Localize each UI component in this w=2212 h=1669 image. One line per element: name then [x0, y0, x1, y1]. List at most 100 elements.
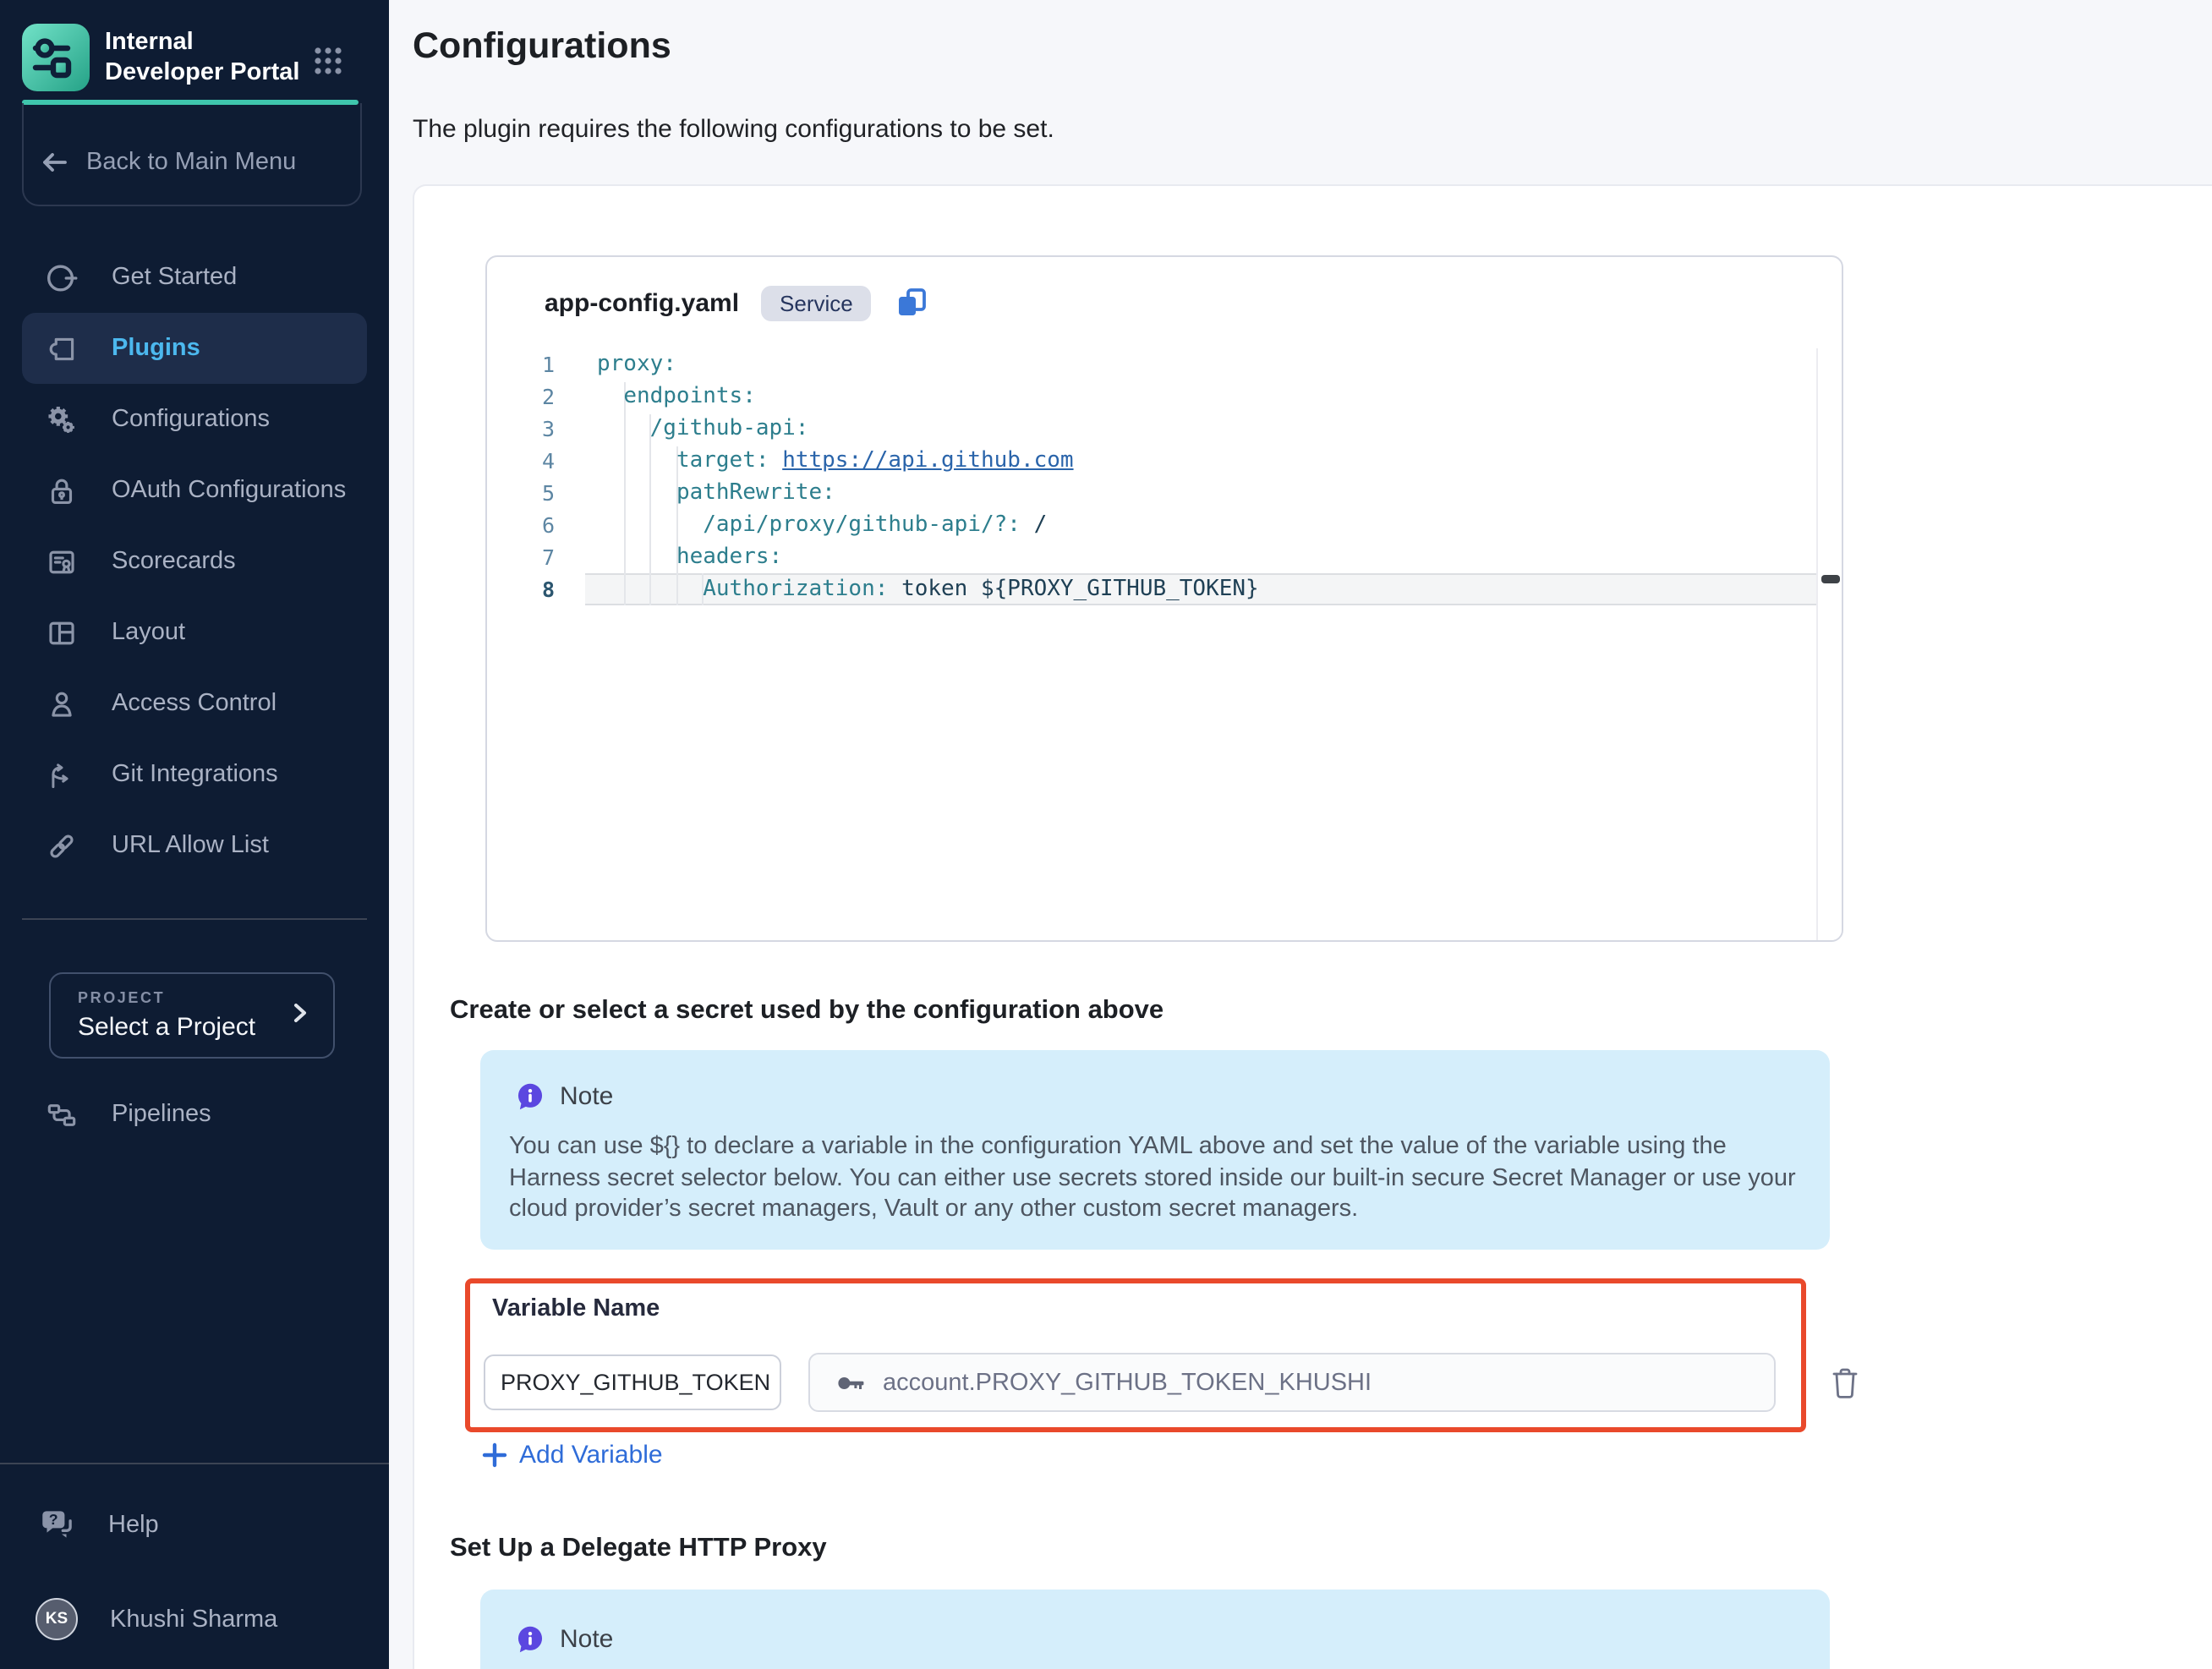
back-to-main-menu[interactable]: Back to Main Menu [37, 145, 296, 179]
app-root: Internal Developer Portal Back to Main M… [0, 0, 2212, 1669]
code-line[interactable]: 6 /api/proxy/github-api/?: / [487, 509, 1842, 541]
oauth-icon [42, 472, 79, 509]
note-title: Note [560, 1082, 613, 1111]
code-line[interactable]: 7 headers: [487, 541, 1842, 573]
add-variable-button[interactable]: Add Variable [482, 1441, 663, 1469]
chevron-right-icon [286, 999, 313, 1026]
code-segment: token ${PROXY_GITHUB_TOKEN} [901, 577, 1259, 602]
sidebar-item-layout[interactable]: Layout [22, 597, 367, 668]
plus-icon [482, 1442, 507, 1468]
plugins-icon [42, 330, 79, 367]
code-line[interactable]: 5 pathRewrite: [487, 477, 1842, 509]
key-icon [834, 1365, 868, 1399]
page-subtitle: The plugin requires the following config… [413, 115, 1054, 144]
sidebar-item-scorecards[interactable]: Scorecards [22, 526, 367, 597]
app-logo [22, 24, 90, 91]
secret-value: account.PROXY_GITHUB_TOKEN_KHUSHI [883, 1369, 1372, 1396]
code-line-text: endpoints: [597, 384, 756, 409]
sidebar-item-label: Git Integrations [112, 761, 278, 788]
code-line[interactable]: 1proxy: [487, 348, 1842, 380]
grid-icon[interactable] [313, 46, 343, 76]
sidebar-item-plugins[interactable]: Plugins [22, 313, 367, 384]
variable-name-input[interactable]: PROXY_GITHUB_TOKEN [484, 1354, 781, 1410]
code-line-text: proxy: [597, 352, 676, 377]
access-control-icon [42, 685, 79, 722]
content-card: app-config.yaml Service 1proxy:2 endpoin… [413, 184, 2212, 1669]
line-number: 6 [487, 512, 555, 538]
info-icon [514, 1623, 546, 1655]
configurations-icon [42, 401, 79, 438]
line-number: 4 [487, 448, 555, 473]
secret-section-heading: Create or select a secret used by the co… [450, 996, 1163, 1026]
sidebar-item-label: OAuth Configurations [112, 477, 346, 504]
sidebar-item-label: Layout [112, 619, 185, 646]
trash-icon[interactable] [1830, 1365, 1860, 1402]
back-label: Back to Main Menu [86, 149, 296, 176]
line-number: 7 [487, 544, 555, 570]
note-body: You can use ${} to declare a variable in… [509, 1131, 1798, 1225]
arrow-left-icon [37, 145, 71, 179]
code-line-text: /github-api: [597, 416, 808, 441]
user-name: Khushi Sharma [110, 1606, 277, 1633]
copy-icon[interactable] [894, 284, 931, 321]
code-segment: pathRewrite: [676, 480, 835, 506]
project-selector[interactable]: PROJECT Select a Project [49, 972, 335, 1059]
help-button[interactable]: ? Help [37, 1505, 159, 1544]
app-title: Internal Developer Portal [105, 27, 301, 88]
code-line-text: Authorization: token ${PROXY_GITHUB_TOKE… [597, 577, 1259, 602]
code-segment: target: [676, 448, 769, 473]
avatar: KS [36, 1598, 78, 1640]
code-line-text: /api/proxy/github-api/?: / [597, 512, 1047, 538]
secret-selector[interactable]: account.PROXY_GITHUB_TOKEN_KHUSHI [808, 1353, 1776, 1412]
sidebar-item-access-control[interactable]: Access Control [22, 668, 367, 739]
sidebar-item-label: Configurations [112, 406, 270, 433]
code-segment [597, 384, 623, 409]
note-title: Note [560, 1625, 613, 1654]
info-icon [514, 1081, 546, 1113]
code-line[interactable]: 4 target: https://api.github.com [487, 445, 1842, 477]
layout-icon [42, 614, 79, 651]
add-variable-label: Add Variable [519, 1441, 663, 1469]
sidebar-divider [22, 918, 367, 920]
note-box-2: Note [480, 1590, 1830, 1669]
code-line[interactable]: 2 endpoints: [487, 380, 1842, 413]
code-link[interactable]: https://api.github.com [782, 448, 1073, 473]
sidebar-item-label: Plugins [112, 335, 200, 362]
code-segment: endpoints: [623, 384, 756, 409]
svg-text:?: ? [49, 1511, 58, 1528]
sidebar-item-get-started[interactable]: Get Started [22, 242, 367, 313]
sidebar-item-pipelines[interactable]: Pipelines [22, 1079, 387, 1150]
page-title: Configurations [413, 25, 671, 68]
code-segment [597, 416, 650, 441]
line-number: 3 [487, 416, 555, 441]
code-segment [597, 512, 703, 538]
editor-scrollbar-track[interactable] [1816, 348, 1842, 940]
git-integrations-icon [42, 756, 79, 793]
code-editor[interactable]: 1proxy:2 endpoints:3 /github-api:4 targe… [487, 348, 1842, 940]
sidebar-item-git-integrations[interactable]: Git Integrations [22, 739, 367, 810]
code-segment: /github-api: [650, 416, 809, 441]
sidebar-footer-divider [0, 1463, 389, 1464]
sidebar-item-configurations[interactable]: Configurations [22, 384, 367, 455]
sidebar-item-label: Scorecards [112, 548, 236, 575]
editor-header: app-config.yaml Service [487, 257, 1842, 348]
project-value: Select a Project [78, 1013, 255, 1042]
sidebar: Internal Developer Portal Back to Main M… [0, 0, 389, 1669]
code-line[interactable]: 8 Authorization: token ${PROXY_GITHUB_TO… [487, 573, 1842, 605]
pipelines-label: Pipelines [112, 1101, 211, 1128]
user-menu[interactable]: KS Khushi Sharma [36, 1598, 277, 1640]
variable-row-highlighted: Variable Name PROXY_GITHUB_TOKEN account… [465, 1278, 1806, 1432]
variable-name-label: Variable Name [492, 1295, 660, 1322]
code-line-text: headers: [597, 544, 782, 570]
code-lines: 1proxy:2 endpoints:3 /github-api:4 targe… [487, 348, 1842, 605]
help-icon: ? [37, 1505, 76, 1544]
sidebar-item-oauth-configurations[interactable]: OAuth Configurations [22, 455, 367, 526]
yaml-editor-card: app-config.yaml Service 1proxy:2 endpoin… [485, 255, 1843, 942]
code-line[interactable]: 3 /github-api: [487, 413, 1842, 445]
sidebar-nav: Get Started Plugins Configurations OAuth Co… [0, 242, 389, 881]
sidebar-item-url-allow-list[interactable]: URL Allow List [22, 810, 367, 881]
code-segment [597, 448, 676, 473]
line-number: 2 [487, 384, 555, 409]
editor-scrollbar-thumb[interactable] [1821, 575, 1840, 583]
sidebar-item-label: Access Control [112, 690, 276, 717]
